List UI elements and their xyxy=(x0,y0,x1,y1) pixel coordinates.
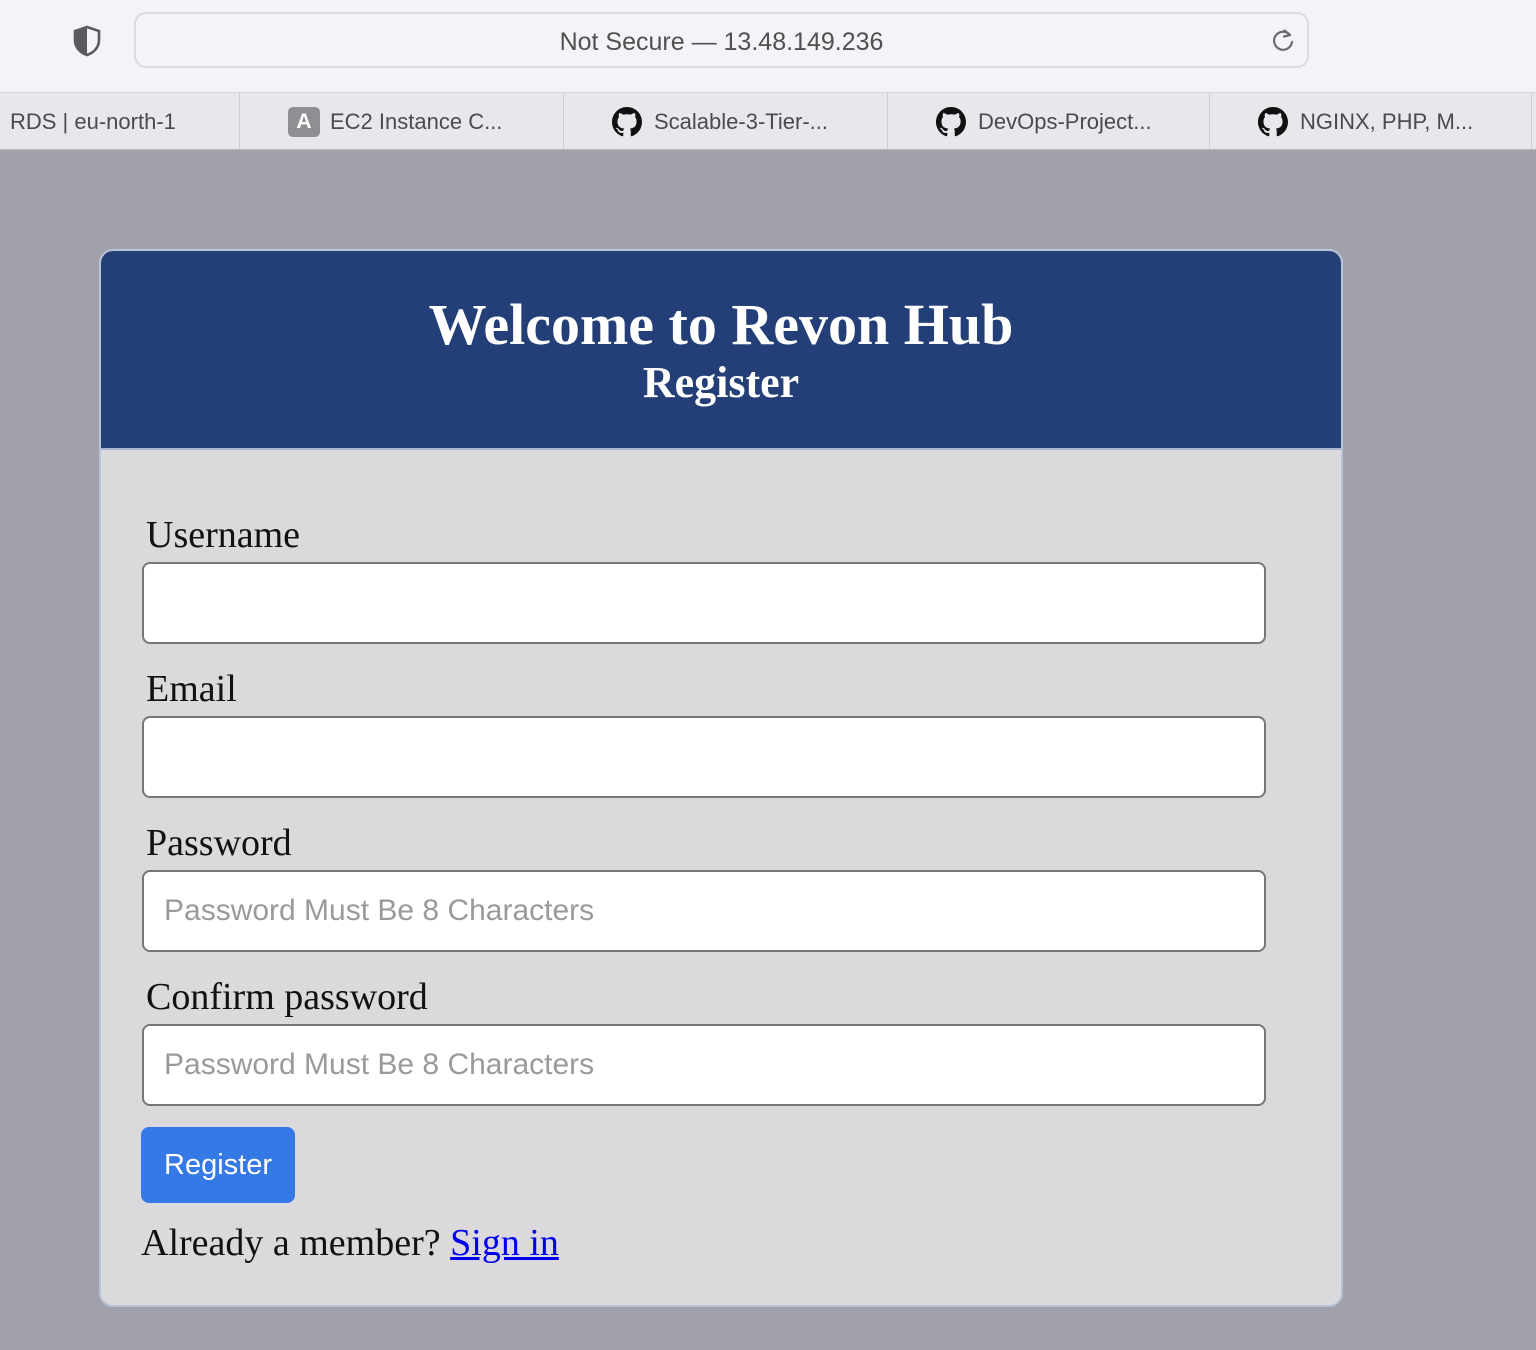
github-icon xyxy=(1258,106,1288,137)
reload-icon[interactable] xyxy=(1269,26,1297,54)
form-subtitle: Register xyxy=(642,358,800,407)
address-bar[interactable]: Not Secure — 13.48.149.236 xyxy=(134,12,1309,68)
register-button[interactable]: Register xyxy=(141,1127,295,1203)
github-icon xyxy=(936,106,966,137)
email-input[interactable] xyxy=(142,716,1266,798)
tab-strip: RDS | eu-north-1 A EC2 Instance C... Sca… xyxy=(0,92,1536,150)
confirm-password-label: Confirm password xyxy=(146,976,428,1018)
browser-toolbar: Not Secure — 13.48.149.236 xyxy=(0,0,1536,92)
password-label: Password xyxy=(146,822,292,864)
username-input[interactable] xyxy=(142,562,1266,644)
register-card: Welcome to Revon Hub Register Username E… xyxy=(99,249,1343,1307)
tab-label: RDS | eu-north-1 xyxy=(10,108,176,134)
password-input[interactable] xyxy=(142,870,1266,952)
card-header: Welcome to Revon Hub Register xyxy=(101,251,1341,450)
tab-label: DevOps-Project... xyxy=(978,108,1152,134)
confirm-password-input[interactable] xyxy=(142,1024,1266,1106)
tab-label: EC2 Instance C... xyxy=(330,108,503,134)
github-icon xyxy=(612,106,642,137)
page-title: Welcome to Revon Hub xyxy=(428,292,1014,357)
tab-nginx[interactable]: NGINX, PHP, M... xyxy=(1210,93,1532,150)
tab-rds[interactable]: RDS | eu-north-1 xyxy=(0,93,240,150)
username-label: Username xyxy=(146,514,301,556)
shield-icon[interactable] xyxy=(72,25,102,57)
tab-ec2[interactable]: A EC2 Instance C... xyxy=(240,93,564,150)
url-text[interactable]: Not Secure — 13.48.149.236 xyxy=(136,28,1307,57)
tab-label: NGINX, PHP, M... xyxy=(1300,108,1474,134)
email-label: Email xyxy=(146,668,237,710)
member-text: Already a member? xyxy=(141,1222,441,1264)
a-badge-icon: A xyxy=(288,106,320,137)
sign-in-link[interactable]: Sign in xyxy=(450,1222,559,1264)
tab-label: Scalable-3-Tier-... xyxy=(654,108,829,134)
tab-devops[interactable]: DevOps-Project... xyxy=(888,93,1210,150)
tab-scalable[interactable]: Scalable-3-Tier-... xyxy=(564,93,888,150)
member-prompt: Already a member? Sign in xyxy=(141,1221,559,1265)
